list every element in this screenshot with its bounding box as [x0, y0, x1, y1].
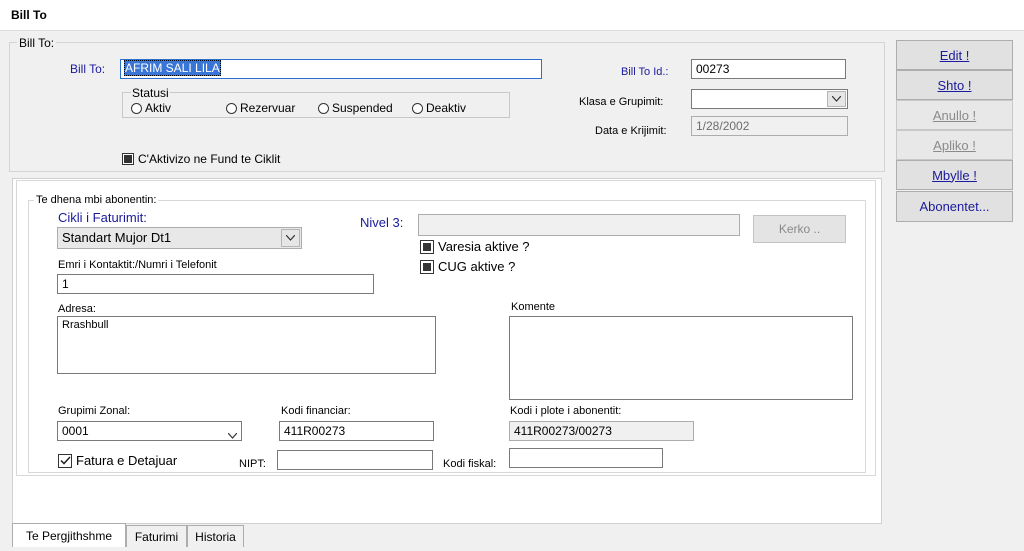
- checkbox-box: [58, 453, 72, 468]
- chevron-down-icon[interactable]: [281, 229, 300, 247]
- status-caption: Statusi: [131, 86, 170, 100]
- kerko-button-label: Kerko ..: [778, 222, 821, 236]
- bill-to-id-input[interactable]: 00273: [691, 59, 846, 79]
- nivel-label: Nivel 3:: [360, 215, 404, 230]
- chevron-down-icon[interactable]: [827, 91, 846, 107]
- adresa-label: Adresa:: [58, 303, 96, 315]
- tab-faturimi-label: Faturimi: [134, 529, 179, 544]
- radio-circle: [318, 102, 329, 114]
- grupimi-value: 0001: [62, 424, 89, 438]
- tab-historia-label: Historia: [195, 529, 236, 544]
- radio-suspended[interactable]: Suspended: [318, 101, 393, 115]
- kodi-plote-input: 411R00273/00273: [509, 421, 694, 441]
- anullo-button[interactable]: Anullo !: [896, 100, 1013, 130]
- fatura-checkbox[interactable]: Fatura e Detajuar: [58, 453, 177, 468]
- adresa-textarea[interactable]: Rrashbull: [57, 316, 436, 374]
- data-input: 1/28/2002: [691, 116, 848, 136]
- grupimi-label: Grupimi Zonal:: [58, 405, 131, 417]
- cug-checkbox[interactable]: CUG aktive ?: [420, 259, 515, 274]
- cikli-label: Cikli i Faturimit:: [58, 210, 147, 225]
- mbylle-button[interactable]: Mbylle !: [896, 160, 1013, 190]
- bill-to-group-caption: Bill To:: [17, 36, 57, 50]
- title-bar: Bill To: [0, 0, 1024, 31]
- bill-to-label: Bill To:: [70, 62, 106, 76]
- shto-button-label: Shto !: [937, 77, 972, 93]
- apliko-button-label: Apliko !: [933, 137, 976, 153]
- cikli-value: Standart Mujor Dt1: [62, 230, 172, 245]
- tab-te-pergjithshme-label: Te Pergjithshme: [25, 528, 113, 543]
- mbylle-button-label: Mbylle !: [932, 167, 977, 183]
- tab-faturimi[interactable]: Faturimi: [126, 525, 187, 547]
- klasa-select[interactable]: [691, 89, 848, 109]
- radio-aktiv[interactable]: Aktiv: [131, 101, 171, 115]
- varesia-label: Varesia aktive ?: [438, 239, 530, 254]
- aktivizo-label: C'Aktivizo ne Fund te Ciklit: [138, 152, 281, 166]
- tab-te-pergjithshme[interactable]: Te Pergjithshme: [12, 523, 126, 547]
- abonentet-button[interactable]: Abonentet...: [896, 191, 1013, 222]
- kerko-button[interactable]: Kerko ..: [753, 215, 846, 243]
- cikli-select[interactable]: Standart Mujor Dt1: [57, 227, 302, 249]
- bill-to-value: AFRIM SALI LILA: [124, 60, 221, 76]
- komente-textarea[interactable]: [509, 316, 853, 400]
- fatura-label: Fatura e Detajuar: [76, 453, 178, 468]
- data-label: Data e Krijimit:: [595, 125, 667, 137]
- nipt-label: NIPT:: [239, 458, 266, 470]
- grupimi-select[interactable]: 0001: [57, 421, 242, 441]
- radio-circle: [412, 102, 423, 114]
- abonentet-button-label: Abonentet...: [919, 199, 990, 214]
- aktivizo-checkbox[interactable]: C'Aktivizo ne Fund te Ciklit: [122, 152, 280, 166]
- anullo-button-label: Anullo !: [932, 107, 977, 123]
- checkbox-box: [122, 153, 134, 165]
- bill-to-id-label: Bill To Id.:: [621, 66, 669, 78]
- radio-deaktiv[interactable]: Deaktiv: [412, 101, 466, 115]
- radio-circle: [131, 102, 142, 114]
- apliko-button[interactable]: Apliko !: [896, 130, 1013, 160]
- kontakt-label: Emri i Kontaktit:/Numri i Telefonit: [58, 259, 217, 271]
- kodi-fin-label: Kodi financiar:: [281, 405, 351, 417]
- window-title: Bill To: [11, 8, 47, 22]
- radio-circle: [226, 102, 237, 114]
- tab-historia[interactable]: Historia: [187, 525, 244, 547]
- kodi-plote-label: Kodi i plote i abonentit:: [510, 405, 622, 417]
- checkbox-box: [420, 239, 434, 254]
- nivel-input: [418, 214, 740, 236]
- edit-button[interactable]: Edit !: [896, 40, 1013, 70]
- nipt-input[interactable]: [277, 450, 433, 470]
- cug-label: CUG aktive ?: [438, 259, 516, 274]
- kontakt-input[interactable]: 1: [57, 274, 374, 294]
- kodi-fin-input[interactable]: 411R00273: [279, 421, 434, 441]
- komente-label: Komente: [511, 301, 556, 313]
- radio-rezervuar[interactable]: Rezervuar: [226, 101, 295, 115]
- radio-aktiv-label: Aktiv: [145, 101, 172, 115]
- shto-button[interactable]: Shto !: [896, 70, 1013, 100]
- bill-to-input[interactable]: AFRIM SALI LILA: [120, 59, 542, 79]
- radio-rezervuar-label: Rezervuar: [240, 101, 296, 115]
- kodi-fiskal-label: Kodi fiskal:: [443, 458, 497, 470]
- checkbox-box: [420, 259, 434, 274]
- details-caption: Te dhena mbi abonentin:: [34, 194, 159, 206]
- kodi-fiskal-input[interactable]: [509, 448, 663, 468]
- checkmark-icon: [59, 456, 71, 465]
- chevron-down-icon[interactable]: [227, 428, 238, 440]
- klasa-label: Klasa e Grupimit:: [579, 96, 664, 108]
- edit-button-label: Edit !: [939, 47, 970, 63]
- radio-suspended-label: Suspended: [332, 101, 393, 115]
- varesia-checkbox[interactable]: Varesia aktive ?: [420, 239, 530, 254]
- radio-deaktiv-label: Deaktiv: [426, 101, 467, 115]
